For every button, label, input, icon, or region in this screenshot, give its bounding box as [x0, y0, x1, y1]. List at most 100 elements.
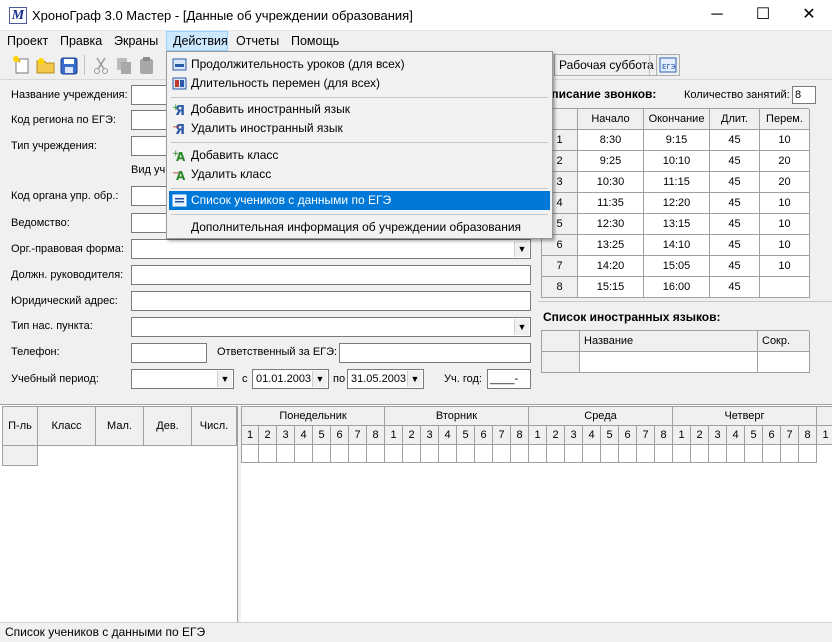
- schedule-cell[interactable]: [691, 445, 709, 463]
- menu-project[interactable]: Проект: [1, 31, 54, 51]
- bell-cell[interactable]: 45: [710, 193, 760, 214]
- bell-cell[interactable]: 45: [710, 151, 760, 172]
- bell-cell[interactable]: 12:30: [578, 214, 644, 235]
- department-field[interactable]: [131, 213, 167, 233]
- schedule-cell[interactable]: [349, 445, 367, 463]
- bell-cell[interactable]: 45: [710, 172, 760, 193]
- bell-cell[interactable]: 10: [760, 214, 810, 235]
- schedule-cell[interactable]: [439, 445, 457, 463]
- paste-icon[interactable]: [136, 55, 158, 76]
- schedule-cell[interactable]: [259, 445, 277, 463]
- schedule-cell[interactable]: [565, 445, 583, 463]
- language-name-cell[interactable]: [580, 352, 758, 373]
- bell-cell[interactable]: 20: [760, 172, 810, 193]
- schedule-cell[interactable]: [799, 445, 817, 463]
- menu-help[interactable]: Помощь: [285, 31, 345, 51]
- copy-icon[interactable]: [113, 55, 135, 76]
- lesson-count-field[interactable]: 8: [792, 86, 816, 104]
- phone-field[interactable]: [131, 343, 207, 363]
- bell-cell[interactable]: 45: [710, 235, 760, 256]
- head-position-field[interactable]: [131, 265, 531, 285]
- bell-schedule-table[interactable]: Начало Окончание Длит. Перем. 1 8:30 9:15 45 10 2…: [541, 108, 810, 298]
- schedule-cell[interactable]: [457, 445, 475, 463]
- bell-cell[interactable]: 10: [760, 193, 810, 214]
- bell-cell[interactable]: 9:15: [644, 130, 710, 151]
- schedule-cell[interactable]: [709, 445, 727, 463]
- bell-cell[interactable]: 11:35: [578, 193, 644, 214]
- schedule-cell[interactable]: [421, 445, 439, 463]
- language-abbr-cell[interactable]: [758, 352, 810, 373]
- bell-cell[interactable]: 45: [710, 256, 760, 277]
- bell-cell[interactable]: 45: [710, 130, 760, 151]
- close-button[interactable]: ✕: [786, 0, 832, 31]
- bell-cell[interactable]: 14:20: [578, 256, 644, 277]
- schedule-cell[interactable]: [313, 445, 331, 463]
- menu-lesson-duration[interactable]: Продолжительность уроков (для всех): [169, 55, 550, 74]
- name-field[interactable]: [131, 85, 167, 105]
- type-field[interactable]: [131, 136, 167, 156]
- schedule-cell[interactable]: [745, 445, 763, 463]
- menu-screens[interactable]: Экраны: [108, 31, 164, 51]
- open-folder-icon[interactable]: [35, 55, 57, 76]
- bell-cell[interactable]: 8:30: [578, 130, 644, 151]
- date-from-field[interactable]: 01.01.2003 ▼: [252, 369, 329, 389]
- ege-icon[interactable]: ЕГЭ: [656, 54, 680, 76]
- menu-delete-class[interactable]: A − Удалить класс: [169, 165, 550, 184]
- bell-cell[interactable]: 45: [710, 214, 760, 235]
- working-saturday-button[interactable]: Рабочая суббота: [554, 54, 659, 76]
- region-code-field[interactable]: [131, 110, 167, 130]
- settlement-type-select[interactable]: ▼: [131, 317, 531, 337]
- schedule-cell[interactable]: [295, 445, 313, 463]
- date-to-field[interactable]: 31.05.2003 ▼: [347, 369, 424, 389]
- schedule-cell[interactable]: [241, 445, 259, 463]
- schedule-cell[interactable]: [547, 445, 565, 463]
- schedule-cell[interactable]: [781, 445, 799, 463]
- schedule-cell[interactable]: [655, 445, 673, 463]
- menu-edit[interactable]: Правка: [54, 31, 108, 51]
- minimize-button[interactable]: ─: [694, 0, 740, 31]
- schedule-cell[interactable]: [511, 445, 529, 463]
- bell-cell[interactable]: 13:25: [578, 235, 644, 256]
- bell-cell[interactable]: 11:15: [644, 172, 710, 193]
- languages-table[interactable]: Название Сокр.: [541, 330, 810, 373]
- schedule-cell[interactable]: [601, 445, 619, 463]
- bell-cell[interactable]: 10:30: [578, 172, 644, 193]
- schedule-cell[interactable]: [529, 445, 547, 463]
- bell-cell[interactable]: 16:00: [644, 277, 710, 298]
- schedule-cell[interactable]: [763, 445, 781, 463]
- new-file-icon[interactable]: [12, 55, 34, 76]
- bell-cell[interactable]: 15:05: [644, 256, 710, 277]
- bell-cell[interactable]: 12:20: [644, 193, 710, 214]
- bell-cell[interactable]: 13:15: [644, 214, 710, 235]
- study-period-select[interactable]: ▼: [131, 369, 234, 389]
- schedule-cell[interactable]: [475, 445, 493, 463]
- bell-cell[interactable]: 10: [760, 130, 810, 151]
- legal-form-select[interactable]: ▼: [131, 239, 531, 259]
- bell-cell[interactable]: 14:10: [644, 235, 710, 256]
- schedule-cell[interactable]: [727, 445, 745, 463]
- legal-address-field[interactable]: [131, 291, 531, 311]
- menu-add-class[interactable]: A + Добавить класс: [169, 146, 550, 165]
- menu-break-duration[interactable]: Длительность перемен (для всех): [169, 74, 550, 93]
- schedule-cell[interactable]: [493, 445, 511, 463]
- weekly-schedule-grid[interactable]: Понедельник 1 2 3 4 5 6 7 8 Вторник 1 2 3 4 5 6 7 8 Среда 1…: [241, 406, 832, 622]
- school-year-field[interactable]: ____-__: [487, 369, 531, 403]
- schedule-cell[interactable]: [637, 445, 655, 463]
- menu-delete-language[interactable]: Я − Удалить иностранный язык: [169, 119, 550, 138]
- menu-additional-info[interactable]: Дополнительная информация об учреждении …: [169, 218, 550, 237]
- bell-cell[interactable]: 15:15: [578, 277, 644, 298]
- schedule-cell[interactable]: [385, 445, 403, 463]
- bell-cell[interactable]: 10:10: [644, 151, 710, 172]
- menu-reports[interactable]: Отчеты: [230, 31, 285, 51]
- schedule-cell[interactable]: [673, 445, 691, 463]
- bell-cell[interactable]: 10: [760, 235, 810, 256]
- schedule-cell[interactable]: [367, 445, 385, 463]
- schedule-cell[interactable]: [403, 445, 421, 463]
- schedule-cell[interactable]: [619, 445, 637, 463]
- schedule-cell[interactable]: [331, 445, 349, 463]
- cut-icon[interactable]: [90, 55, 112, 76]
- classes-table[interactable]: П-ль Класс Мал. Дев. Числ.: [2, 406, 237, 622]
- menu-actions[interactable]: Действия: [166, 31, 228, 51]
- maximize-button[interactable]: ☐: [740, 0, 786, 31]
- bell-cell[interactable]: 9:25: [578, 151, 644, 172]
